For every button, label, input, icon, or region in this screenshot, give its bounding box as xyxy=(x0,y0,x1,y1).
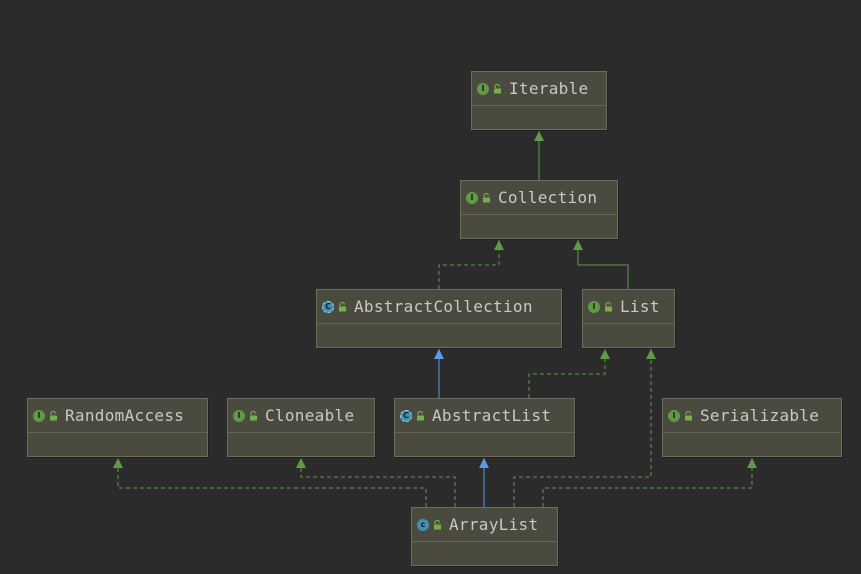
node-list[interactable]: I List xyxy=(582,289,675,348)
class-name: Collection xyxy=(498,188,598,207)
public-lock-icon xyxy=(493,83,502,94)
class-name: RandomAccess xyxy=(65,406,185,425)
interface-icon: I xyxy=(233,409,245,422)
node-randomaccess[interactable]: I RandomAccess xyxy=(27,398,208,457)
edge-arraylist-randomaccess-arrowhead xyxy=(113,458,123,468)
edge-arraylist-list-arrowhead xyxy=(646,349,656,359)
class-name: AbstractCollection xyxy=(354,297,533,316)
node-abstractlist[interactable]: C AbstractList xyxy=(394,398,575,457)
class-name: AbstractList xyxy=(432,406,552,425)
edge-abstractlist-list xyxy=(528,349,606,398)
node-iterable[interactable]: I Iterable xyxy=(471,71,607,130)
node-arraylist[interactable]: c ArrayList xyxy=(411,507,558,566)
node-abstractcollection[interactable]: C AbstractCollection xyxy=(316,289,562,348)
interface-icon: I xyxy=(466,191,478,204)
interface-icon: I xyxy=(477,82,489,95)
class-icon: c xyxy=(417,518,429,531)
inheritance-edges xyxy=(113,131,757,507)
class-name: Cloneable xyxy=(265,406,355,425)
interface-icon: I xyxy=(588,300,600,313)
node-serializable[interactable]: I Serializable xyxy=(662,398,842,457)
edge-abstractlist-list-arrowhead xyxy=(600,349,610,359)
edge-list-collection-arrowhead xyxy=(573,240,583,250)
public-lock-icon xyxy=(249,410,258,421)
public-lock-icon xyxy=(49,410,58,421)
edge-arraylist-abstractlist-arrowhead xyxy=(479,458,489,468)
edge-arraylist-cloneable xyxy=(300,458,456,507)
edge-list-collection xyxy=(577,240,629,289)
edge-abstractlist-abstractcollection-arrowhead xyxy=(434,349,444,359)
node-cloneable[interactable]: I Cloneable xyxy=(227,398,375,457)
edge-collection-iterable-arrowhead xyxy=(534,131,544,141)
abstract-class-icon: C xyxy=(400,409,412,422)
edge-arraylist-serializable xyxy=(542,458,753,507)
edge-arraylist-serializable-arrowhead xyxy=(747,458,757,468)
class-name: Iterable xyxy=(509,79,589,98)
class-name: List xyxy=(620,297,660,316)
public-lock-icon xyxy=(416,410,425,421)
interface-icon: I xyxy=(668,409,680,422)
edge-abstractcollection-collection-arrowhead xyxy=(494,240,504,250)
public-lock-icon xyxy=(604,301,613,312)
node-collection[interactable]: I Collection xyxy=(460,180,618,239)
edge-abstractcollection-collection xyxy=(438,240,500,289)
public-lock-icon xyxy=(684,410,693,421)
abstract-class-icon: C xyxy=(322,300,334,313)
public-lock-icon xyxy=(338,301,347,312)
class-name: ArrayList xyxy=(449,515,539,534)
uml-class-diagram: I Iterable I Collection C AbstractCollectio… xyxy=(0,0,861,574)
edge-arraylist-cloneable-arrowhead xyxy=(296,458,306,468)
edge-arraylist-randomaccess xyxy=(117,458,427,507)
class-name: Serializable xyxy=(700,406,820,425)
public-lock-icon xyxy=(433,519,442,530)
interface-icon: I xyxy=(33,409,45,422)
public-lock-icon xyxy=(482,192,491,203)
